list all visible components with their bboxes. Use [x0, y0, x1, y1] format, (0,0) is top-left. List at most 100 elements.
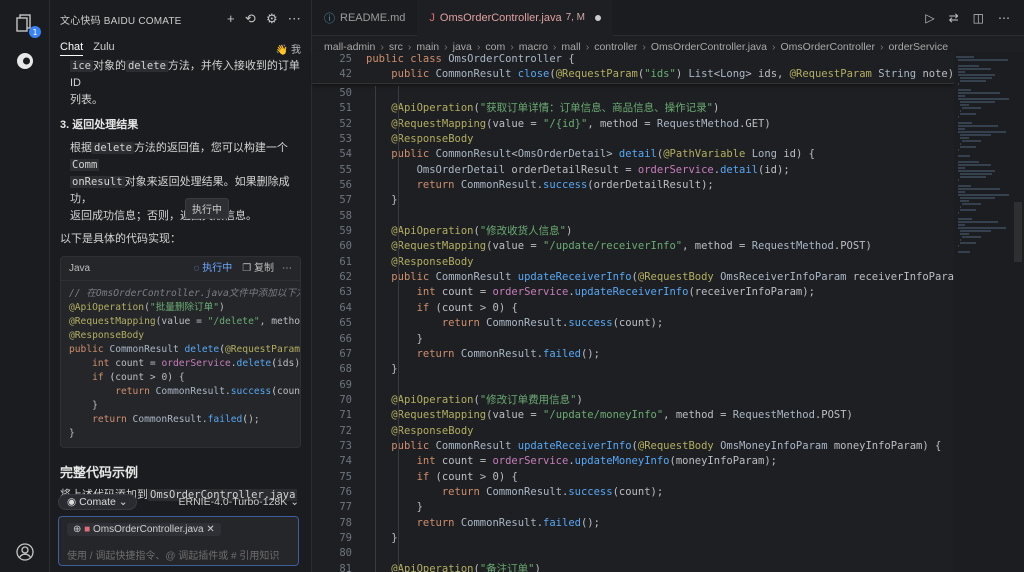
- code-line[interactable]: 50: [312, 86, 954, 101]
- code-line[interactable]: 63 int count = orderService.updateReceiv…: [312, 285, 954, 300]
- code-line[interactable]: 81 @ApiOperation("备注订单"): [312, 562, 954, 572]
- minimap-line: [960, 233, 969, 235]
- attached-file-name: OmsOrderController.java: [93, 524, 204, 535]
- new-chat-icon[interactable]: +: [227, 11, 235, 27]
- code-line[interactable]: 54 public CommonResult<OmsOrderDetail> d…: [312, 147, 954, 162]
- minimap[interactable]: [954, 52, 1024, 572]
- inline-code: delete: [125, 60, 168, 72]
- settings-gear-icon[interactable]: ⚙: [266, 11, 278, 27]
- run-button[interactable]: ◌ 执行中: [194, 260, 233, 277]
- code-line[interactable]: 60 @RequestMapping(value = "/update/rece…: [312, 239, 954, 254]
- code-line[interactable]: 55 OmsOrderDetail orderDetailResult = or…: [312, 163, 954, 178]
- more-icon[interactable]: ⋯: [288, 11, 301, 27]
- tab-readme[interactable]: ⓘ README.md: [312, 0, 417, 36]
- code-line[interactable]: 77 }: [312, 500, 954, 515]
- attached-file-chip[interactable]: ⊕ ■ OmsOrderController.java ✕: [67, 523, 221, 536]
- code-text: return CommonResult.failed();: [416, 347, 600, 360]
- line-number: 65: [339, 317, 352, 330]
- code-line[interactable]: 51 @ApiOperation("获取订单详情：订单信息、商品信息、操作记录"…: [312, 101, 954, 116]
- indent-guide: [398, 86, 399, 572]
- minimap-line: [958, 185, 972, 187]
- code-line[interactable]: 64 if (count > 0) {: [312, 301, 954, 316]
- minimap-line: [960, 242, 976, 244]
- unsaved-dot-icon[interactable]: [595, 14, 602, 21]
- code-line[interactable]: 59 @ApiOperation("修改收货人信息"): [312, 224, 954, 239]
- code-line[interactable]: 67 return CommonResult.failed();: [312, 347, 954, 362]
- code-line[interactable]: 57 }: [312, 193, 954, 208]
- code-line[interactable]: 58: [312, 209, 954, 224]
- split-editor-icon[interactable]: ◫: [973, 11, 984, 25]
- minimap-line: [958, 128, 966, 130]
- minimap-line: [960, 110, 961, 112]
- minimap-line: [958, 89, 972, 91]
- code-line[interactable]: 71 @RequestMapping(value = "/update/mone…: [312, 408, 954, 423]
- minimap-line: [958, 149, 959, 151]
- code-line[interactable]: 73 public CommonResult updateReceiverInf…: [312, 439, 954, 454]
- copy-button[interactable]: ❐ 复制: [242, 260, 274, 277]
- account-icon[interactable]: [14, 541, 36, 563]
- line-number: 56: [339, 179, 352, 192]
- code-more-icon[interactable]: ⋯: [282, 260, 292, 277]
- minimap-line: [962, 236, 982, 238]
- minimap-line: [958, 167, 966, 169]
- code-line[interactable]: 52 @RequestMapping(value = "/{id}", meth…: [312, 117, 954, 132]
- code-line[interactable]: 42 public CommonResult close(@RequestPar…: [312, 67, 966, 82]
- code-line[interactable]: 53 @ResponseBody: [312, 132, 954, 147]
- code-line[interactable]: 74 int count = orderService.updateMoneyI…: [312, 454, 954, 469]
- spinner-icon: ◌: [193, 263, 200, 274]
- code-text: OmsOrderDetail orderDetailResult = order…: [416, 163, 790, 176]
- minimap-line: [960, 230, 992, 232]
- minimap-line: [958, 95, 966, 97]
- code-line[interactable]: 80: [312, 546, 954, 561]
- code-line[interactable]: 66 }: [312, 332, 954, 347]
- code-snippet: // 在OmsOrderController.java文件中添加以下方法 @Ap…: [69, 288, 301, 439]
- code-line[interactable]: 56 return CommonResult.success(orderDeta…: [312, 178, 954, 193]
- code-line[interactable]: 70 @ApiOperation("修改订单费用信息"): [312, 393, 954, 408]
- code-line[interactable]: 78 return CommonResult.failed();: [312, 516, 954, 531]
- code-line[interactable]: 69: [312, 378, 954, 393]
- comate-logo-icon[interactable]: [14, 50, 36, 72]
- minimap-line: [960, 176, 986, 178]
- scrollbar-thumb[interactable]: [1014, 202, 1022, 262]
- compare-icon[interactable]: ⇄: [949, 11, 959, 25]
- minimap-line: [958, 92, 1000, 94]
- code-line[interactable]: 75 if (count > 0) {: [312, 470, 954, 485]
- explorer-icon[interactable]: 1: [14, 12, 41, 38]
- minimap-line: [958, 191, 966, 193]
- remove-file-icon[interactable]: ✕: [206, 524, 214, 535]
- chat-input[interactable]: ⊕ ■ OmsOrderController.java ✕ 使用 / 调起快捷指…: [58, 516, 299, 566]
- chevron-down-icon: ⌄: [290, 496, 299, 508]
- code-line[interactable]: 76 return CommonResult.success(count);: [312, 485, 954, 500]
- code-line[interactable]: 72 @ResponseBody: [312, 424, 954, 439]
- line-number: 50: [339, 87, 352, 99]
- tab-status: 7, M: [565, 12, 586, 23]
- editor-more-icon[interactable]: ⋯: [998, 11, 1010, 25]
- code-line[interactable]: 62 public CommonResult updateReceiverInf…: [312, 270, 979, 285]
- history-icon[interactable]: ⟲: [245, 11, 256, 27]
- code-text: return CommonResult.failed();: [416, 516, 600, 529]
- code-line[interactable]: 25 public class OmsOrderController {: [312, 52, 954, 67]
- tab-zulu[interactable]: Zulu: [93, 41, 114, 55]
- user-menu[interactable]: 👋 我: [276, 41, 301, 56]
- agent-selector[interactable]: ◉ Comate ⌄: [58, 494, 137, 510]
- inline-code: ice: [70, 60, 93, 72]
- add-context-icon[interactable]: ⊕: [73, 524, 81, 535]
- code-text: @RequestMapping(value = "/{id}", method …: [391, 117, 771, 130]
- copy-icon: ❐: [242, 263, 252, 274]
- code-editor[interactable]: 50 51 @ApiOperation("获取订单详情：订单信息、商品信息、操作记…: [312, 86, 979, 572]
- code-line[interactable]: 61 @ResponseBody: [312, 255, 954, 270]
- line-number: 62: [339, 271, 352, 284]
- tab-chat[interactable]: Chat: [60, 41, 84, 56]
- tab-oms-order-controller[interactable]: J OmsOrderController.java 7, M: [417, 0, 614, 36]
- line-number: 58: [339, 209, 352, 222]
- minimap-line: [956, 56, 975, 58]
- run-icon[interactable]: ▷: [925, 11, 934, 25]
- code-line[interactable]: 68 }: [312, 362, 954, 377]
- code-text: @RequestMapping(value = "/update/moneyIn…: [391, 409, 853, 422]
- code-line[interactable]: 65 return CommonResult.success(count);: [312, 316, 954, 331]
- model-selector[interactable]: ERNIE-4.0-Turbo-128K ⌄: [179, 496, 299, 508]
- code-line[interactable]: 79 }: [312, 531, 954, 546]
- intro-text-a: 对象的: [92, 60, 126, 72]
- full-example-title: 完整代码示例: [60, 465, 139, 480]
- minimap-line: [960, 200, 969, 202]
